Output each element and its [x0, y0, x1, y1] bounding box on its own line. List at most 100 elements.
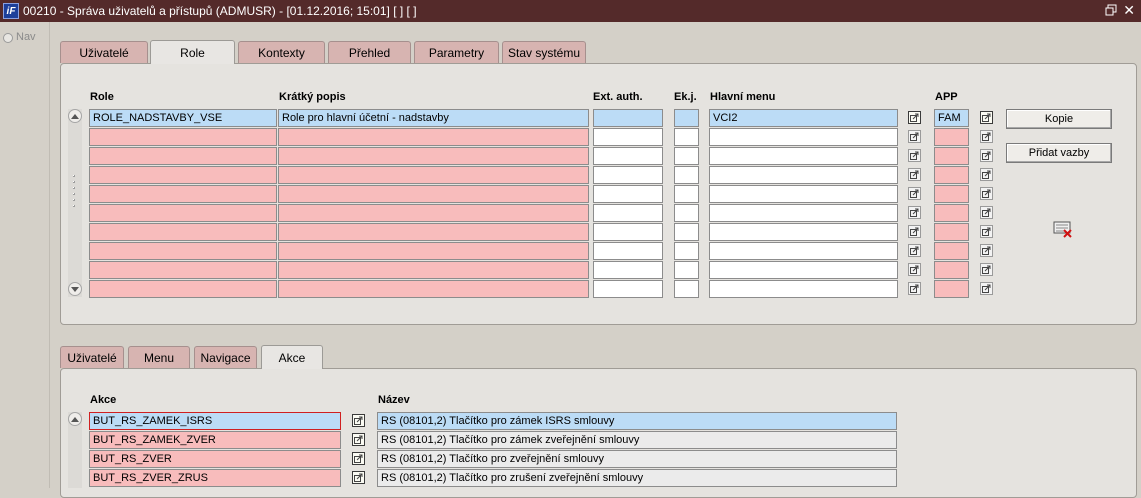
- ext-auth-field[interactable]: [593, 204, 663, 222]
- menu-lov-icon[interactable]: [908, 206, 921, 219]
- close-window-icon[interactable]: ✕: [1123, 2, 1135, 18]
- action-lov-icon[interactable]: [352, 414, 365, 427]
- tab-kontexty[interactable]: Kontexty: [238, 41, 325, 63]
- action-lov-icon[interactable]: [352, 471, 365, 484]
- main-menu-field[interactable]: [709, 128, 898, 146]
- menu-lov-icon[interactable]: [908, 149, 921, 162]
- menu-lov-icon[interactable]: [908, 168, 921, 181]
- role-field[interactable]: [89, 242, 277, 260]
- nav-radio[interactable]: [3, 33, 13, 43]
- ext-auth-field[interactable]: [593, 147, 663, 165]
- short-desc-field[interactable]: [278, 242, 589, 260]
- app-field[interactable]: [934, 204, 969, 222]
- app-lov-icon[interactable]: [980, 130, 993, 143]
- main-menu-field[interactable]: [709, 204, 898, 222]
- ext-auth-field[interactable]: [593, 109, 663, 127]
- ext-auth-field[interactable]: [593, 166, 663, 184]
- scroll-down-icon[interactable]: [68, 282, 82, 296]
- scroll-grip-icon[interactable]: [73, 175, 77, 211]
- ekj-field[interactable]: [674, 280, 699, 298]
- action-field[interactable]: BUT_RS_ZAMEK_ISRS: [89, 412, 341, 430]
- main-menu-field[interactable]: [709, 147, 898, 165]
- short-desc-field[interactable]: [278, 166, 589, 184]
- role-field[interactable]: [89, 261, 277, 279]
- ext-auth-field[interactable]: [593, 261, 663, 279]
- main-menu-field[interactable]: VCI2: [709, 109, 898, 127]
- main-menu-field[interactable]: [709, 185, 898, 203]
- app-lov-icon[interactable]: [980, 282, 993, 295]
- ekj-field[interactable]: [674, 223, 699, 241]
- action-lov-icon[interactable]: [352, 452, 365, 465]
- action-field[interactable]: BUT_RS_ZAMEK_ZVER: [89, 431, 341, 449]
- role-field[interactable]: [89, 204, 277, 222]
- short-desc-field[interactable]: [278, 223, 589, 241]
- app-field[interactable]: [934, 280, 969, 298]
- short-desc-field[interactable]: [278, 280, 589, 298]
- short-desc-field[interactable]: [278, 147, 589, 165]
- add-links-button[interactable]: Přidat vazby: [1006, 143, 1112, 163]
- tab-parametry[interactable]: Parametry: [414, 41, 499, 63]
- short-desc-field[interactable]: [278, 261, 589, 279]
- ekj-field[interactable]: [674, 185, 699, 203]
- ekj-field[interactable]: [674, 147, 699, 165]
- ext-auth-field[interactable]: [593, 242, 663, 260]
- role-field[interactable]: [89, 128, 277, 146]
- actions-scrollbar[interactable]: [68, 412, 82, 488]
- app-lov-icon[interactable]: [980, 149, 993, 162]
- app-field[interactable]: FAM: [934, 109, 969, 127]
- app-field[interactable]: [934, 223, 969, 241]
- menu-lov-icon[interactable]: [908, 111, 921, 124]
- app-lov-icon[interactable]: [980, 225, 993, 238]
- role-field[interactable]: ROLE_NADSTAVBY_VSE: [89, 109, 277, 127]
- tab-bottom-menu[interactable]: Menu: [128, 346, 190, 368]
- app-lov-icon[interactable]: [980, 168, 993, 181]
- menu-lov-icon[interactable]: [908, 244, 921, 257]
- role-field[interactable]: [89, 185, 277, 203]
- short-desc-field[interactable]: Role pro hlavní účetní - nadstavby: [278, 109, 589, 127]
- app-lov-icon[interactable]: [980, 244, 993, 257]
- ext-auth-field[interactable]: [593, 223, 663, 241]
- main-menu-field[interactable]: [709, 166, 898, 184]
- tab-bottom-akce[interactable]: Akce: [261, 345, 323, 369]
- app-field[interactable]: [934, 185, 969, 203]
- ekj-field[interactable]: [674, 242, 699, 260]
- app-lov-icon[interactable]: [980, 263, 993, 276]
- short-desc-field[interactable]: [278, 128, 589, 146]
- menu-lov-icon[interactable]: [908, 225, 921, 238]
- app-lov-icon[interactable]: [980, 187, 993, 200]
- tab-bottom-uzivatele[interactable]: Uživatelé: [60, 346, 124, 368]
- role-field[interactable]: [89, 147, 277, 165]
- menu-lov-icon[interactable]: [908, 282, 921, 295]
- copy-button[interactable]: Kopie: [1006, 109, 1112, 129]
- menu-lov-icon[interactable]: [908, 263, 921, 276]
- delete-record-icon[interactable]: [1052, 219, 1074, 239]
- app-field[interactable]: [934, 128, 969, 146]
- tab-role[interactable]: Role: [150, 40, 235, 64]
- app-field[interactable]: [934, 261, 969, 279]
- ekj-field[interactable]: [674, 109, 699, 127]
- main-menu-field[interactable]: [709, 261, 898, 279]
- ekj-field[interactable]: [674, 261, 699, 279]
- app-field[interactable]: [934, 166, 969, 184]
- restore-window-icon[interactable]: [1105, 4, 1117, 16]
- action-field[interactable]: BUT_RS_ZVER: [89, 450, 341, 468]
- tab-stav-systemu[interactable]: Stav systému: [502, 41, 586, 63]
- menu-lov-icon[interactable]: [908, 130, 921, 143]
- short-desc-field[interactable]: [278, 204, 589, 222]
- tab-uzivatele[interactable]: Uživatelé: [60, 41, 148, 63]
- action-lov-icon[interactable]: [352, 433, 365, 446]
- role-field[interactable]: [89, 166, 277, 184]
- role-field[interactable]: [89, 280, 277, 298]
- ekj-field[interactable]: [674, 204, 699, 222]
- app-field[interactable]: [934, 242, 969, 260]
- ext-auth-field[interactable]: [593, 280, 663, 298]
- scroll-up-icon[interactable]: [68, 412, 82, 426]
- tab-bottom-navigace[interactable]: Navigace: [194, 346, 257, 368]
- ekj-field[interactable]: [674, 166, 699, 184]
- main-menu-field[interactable]: [709, 242, 898, 260]
- ekj-field[interactable]: [674, 128, 699, 146]
- menu-lov-icon[interactable]: [908, 187, 921, 200]
- short-desc-field[interactable]: [278, 185, 589, 203]
- roles-scrollbar[interactable]: [68, 109, 82, 297]
- ext-auth-field[interactable]: [593, 185, 663, 203]
